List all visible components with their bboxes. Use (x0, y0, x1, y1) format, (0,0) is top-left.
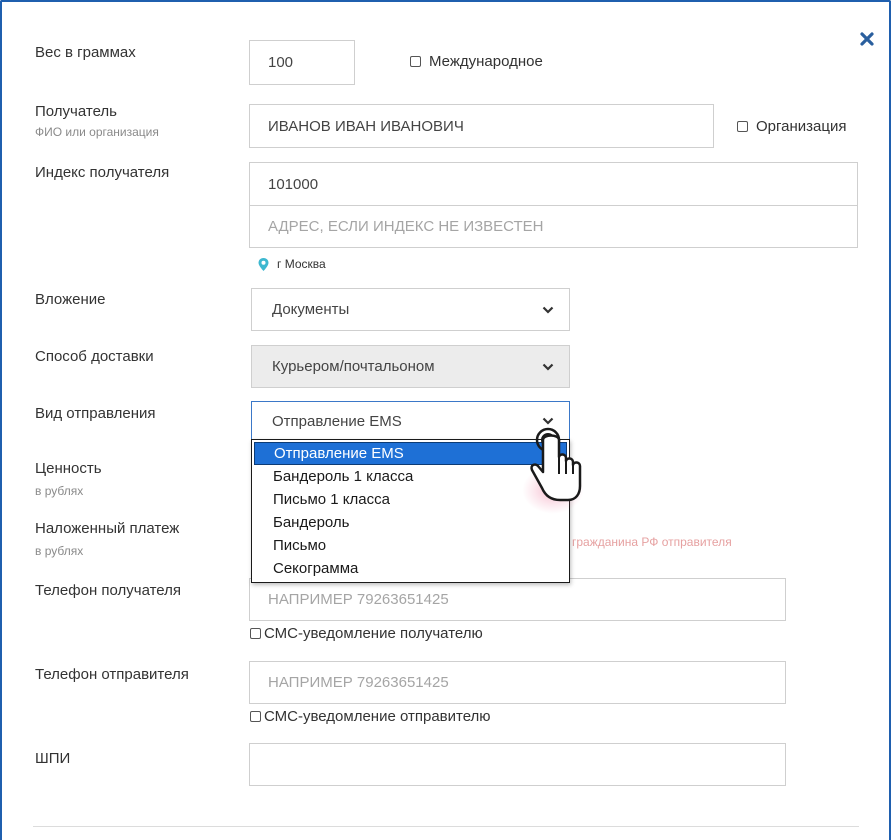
sender-phone-input[interactable]: НАПРИМЕР 79263651425 (249, 661, 786, 704)
shipment-option[interactable]: Секограмма (254, 557, 567, 580)
shipment-dropdown-list[interactable]: Отправление EMS Бандероль 1 класса Письм… (251, 439, 570, 583)
tracking-label: ШПИ (35, 750, 71, 767)
cod-hint: гражданина РФ отправителя (572, 535, 732, 549)
international-checkbox-row[interactable]: Международное (410, 53, 543, 70)
recipient-phone-input[interactable]: НАПРИМЕР 79263651425 (249, 578, 786, 621)
shipment-option[interactable]: Отправление EMS (254, 442, 567, 465)
organization-checkbox[interactable] (737, 121, 748, 132)
cod-label: Наложенный платеж (35, 520, 180, 537)
shipment-option[interactable]: Письмо 1 класса (254, 488, 567, 511)
cod-sublabel: в рублях (35, 544, 84, 558)
tracking-input[interactable] (249, 743, 786, 786)
close-icon[interactable] (859, 31, 875, 47)
shipment-option[interactable]: Бандероль (254, 511, 567, 534)
recipient-sms-checkbox[interactable] (250, 628, 261, 639)
address-input[interactable]: АДРЕС, ЕСЛИ ИНДЕКС НЕ ИЗВЕСТЕН (249, 205, 858, 248)
weight-input[interactable]: 100 (249, 40, 355, 85)
sender-sms-checkbox[interactable] (250, 711, 261, 722)
recipient-phone-label: Телефон получателя (35, 582, 182, 599)
delivery-value: Курьером/почтальоном (272, 358, 435, 375)
attachment-value: Документы (272, 301, 350, 318)
shipment-option[interactable]: Письмо (254, 534, 567, 557)
sender-sms-label: СМС-уведомление отправителю (264, 708, 491, 725)
hand-pointer-icon (530, 427, 582, 502)
shipment-select[interactable]: Отправление EMS (251, 401, 570, 441)
recipient-sms-row[interactable]: СМС-уведомление получателю (250, 625, 483, 642)
recipient-sms-label: СМС-уведомление получателю (264, 625, 483, 642)
attachment-select[interactable]: Документы (251, 288, 570, 331)
attachment-label: Вложение (35, 291, 106, 308)
international-label: Международное (429, 53, 543, 70)
organization-checkbox-row[interactable]: Организация (737, 118, 846, 135)
value-label: Ценность (35, 460, 102, 477)
shipment-option[interactable]: Бандероль 1 класса (254, 465, 567, 488)
location-row: г Москва (258, 257, 326, 271)
recipient-label: Получатель (35, 103, 117, 120)
shipment-value: Отправление EMS (272, 412, 402, 430)
value-sublabel: в рублях (35, 484, 84, 498)
location-text: г Москва (277, 257, 326, 271)
international-checkbox[interactable] (410, 56, 421, 67)
map-pin-icon (258, 257, 269, 271)
organization-label: Организация (756, 118, 847, 135)
chevron-down-icon (542, 363, 554, 371)
sender-phone-label: Телефон отправителя (35, 666, 189, 683)
sender-sms-row[interactable]: СМС-уведомление отправителю (250, 708, 491, 725)
index-input[interactable]: 101000 (249, 162, 858, 206)
delivery-select[interactable]: Курьером/почтальоном (251, 345, 570, 388)
chevron-down-icon (542, 306, 554, 314)
recipient-input[interactable]: ИВАНОВ ИВАН ИВАНОВИЧ (249, 104, 714, 148)
weight-label: Вес в граммах (35, 44, 136, 61)
index-label: Индекс получателя (35, 164, 170, 181)
bottom-divider (33, 826, 859, 827)
recipient-sublabel: ФИО или организация (35, 125, 159, 139)
delivery-label: Способ доставки (35, 348, 154, 365)
shipment-label: Вид отправления (35, 405, 156, 422)
